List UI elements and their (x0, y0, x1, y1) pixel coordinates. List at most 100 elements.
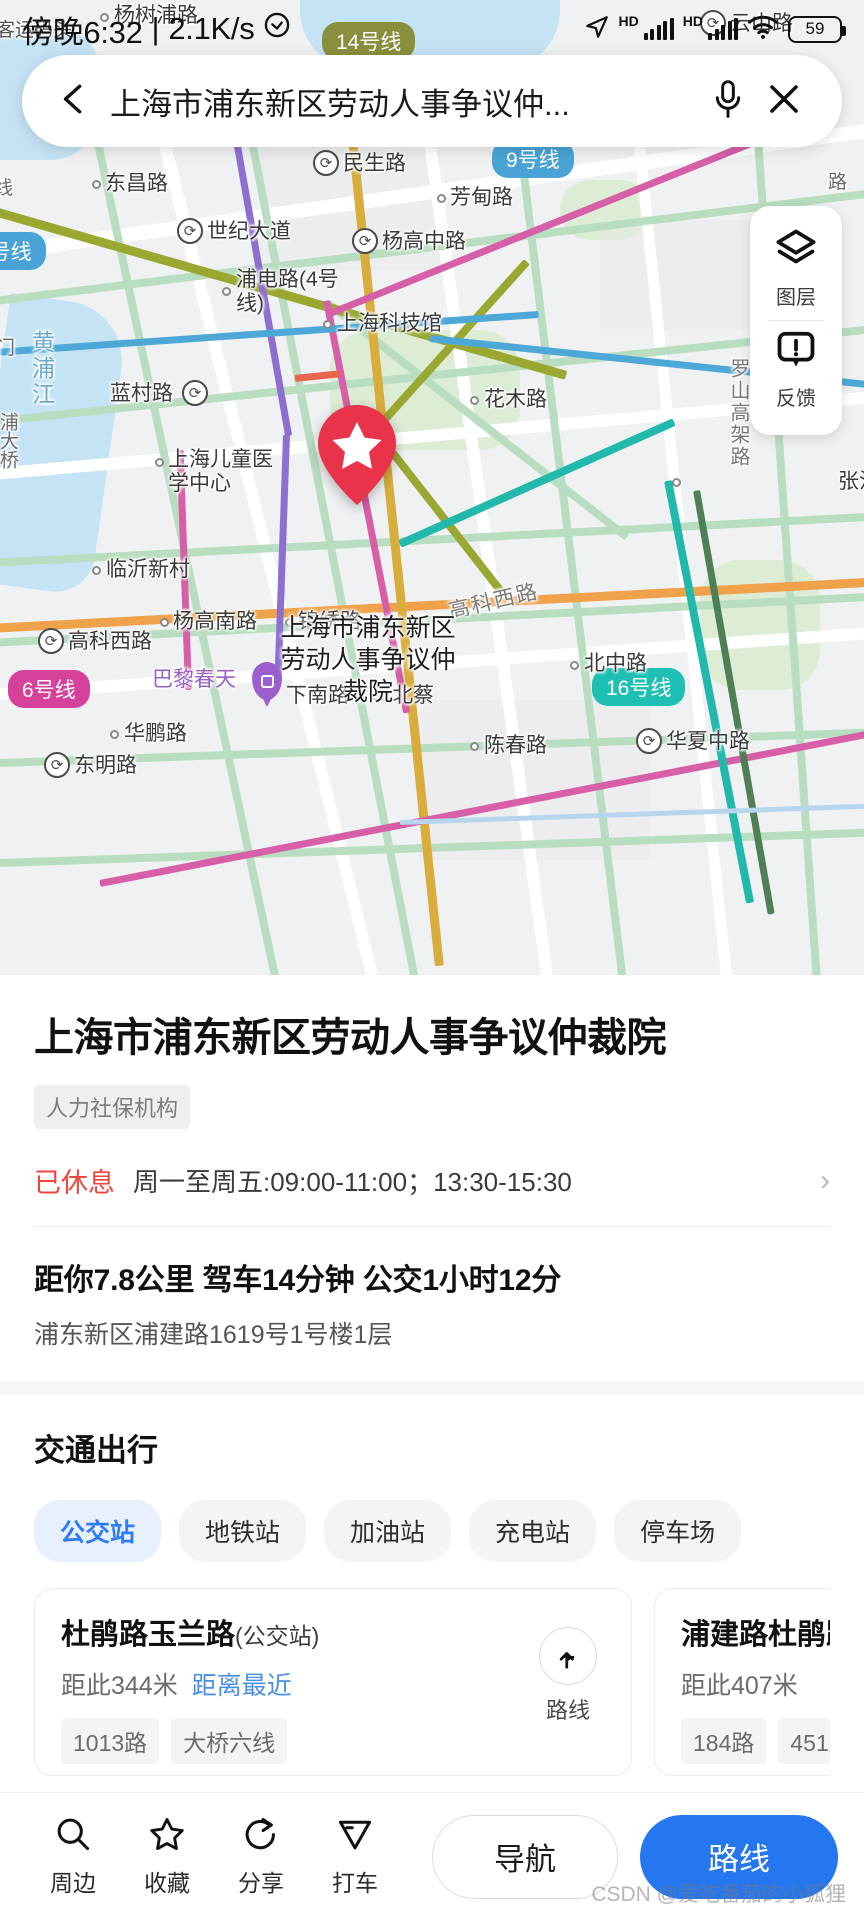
station-label-chenchunlu: 陈春路 (484, 734, 547, 757)
map-line-badge-6: 6号线 (8, 670, 90, 708)
chip-bus-station[interactable]: 公交站 (34, 1500, 162, 1562)
poi-marker-label-line2: 劳动人事争议仲 (280, 646, 456, 674)
station-card-1-route-label: 路线 (545, 1698, 590, 1723)
layers-button[interactable]: 图层 (750, 220, 842, 320)
share-icon (243, 1816, 279, 1858)
voice-search-button[interactable] (700, 79, 756, 124)
address-text[interactable]: 浦东新区浦建路1619号1号楼1层 (34, 1315, 830, 1351)
chip-gas-station[interactable]: 加油站 (324, 1500, 452, 1562)
poi-header-section: 上海市浦东新区劳动人事争议仲裁院 人力社保机构 已休息 周一至周五:09:00-… (0, 975, 864, 1351)
status-badge: 已休息 (34, 1168, 115, 1198)
station-label-zhangjiang: 张江 (838, 470, 864, 493)
watermark-text: CSDN @爱吃番茄的小狐狸 (591, 1883, 846, 1906)
station-card-1-distance: 距此344米 (61, 1672, 178, 1700)
station-label-pudianlu: 浦电路(4号线) (236, 268, 339, 316)
app-screen: 14号线 9号线 6号线 16号线 2号线 杨树浦路 ⟳ 云山路 ⟳ 民生路 芳… (0, 0, 864, 1920)
station-card-2-lines: 184路 451路 6 779路 794路 9 (681, 1718, 830, 1764)
chip-metro-station[interactable]: 地铁站 (179, 1500, 307, 1562)
transfer-icon-minsheng: ⟳ (313, 150, 339, 176)
page-title: 上海市浦东新区劳动人事争议仲裁院 (34, 1016, 667, 1060)
microphone-icon (712, 79, 744, 124)
station-card-2-distance: 距此407米 (681, 1672, 798, 1700)
nearby-button[interactable]: 周边 (26, 1816, 120, 1898)
transfer-icon-gaokexilu: ⟳ (38, 628, 64, 654)
station-card-1-lines: 1013路 大桥六线 (61, 1718, 605, 1764)
section-divider (0, 1381, 864, 1395)
station-label-huapenglu: 华鹏路 (124, 722, 187, 745)
transport-filter-chips: 公交站 地铁站 加油站 充电站 停车场 (34, 1500, 830, 1562)
nearby-label: 周边 (50, 1869, 96, 1896)
poi-marker-label-line1: 上海市浦东新区 (280, 614, 456, 642)
station-card-1-title: 杜鹃路玉兰路(公交站) (61, 1611, 605, 1653)
station-dot-beizhonglu (570, 661, 579, 670)
bus-line-tag: 184路 (681, 1718, 767, 1764)
taxi-button[interactable]: 打车 (308, 1816, 402, 1898)
transfer-icon-huaxia: ⟳ (636, 728, 662, 754)
station-label-linyixincun: 临沂新村 (106, 558, 190, 581)
transport-station-cards[interactable]: 杜鹃路玉兰路(公交站) 距此344米 距离最近 1013路 大桥六线 路线 浦建… (34, 1588, 830, 1776)
station-card-2-title: 浦建路杜鹃路 (681, 1611, 830, 1653)
station-label-minsheng: 民生路 (343, 152, 406, 175)
station-label-ertong: 上海儿童医学中心 (168, 448, 273, 496)
poi-detail-sheet: 上海市浦东新区劳动人事争议仲裁院 人力社保机构 已休息 周一至周五:09:00-… (0, 975, 864, 1920)
poi-marker-label-line3: 裁院 (342, 678, 393, 706)
station-label-beizhonglu: 北中路 (584, 652, 647, 675)
station-label-shijidadao: 世纪大道 (207, 220, 291, 243)
navigate-button[interactable]: 导航 (432, 1814, 618, 1899)
transport-section: 交通出行 公交站 地铁站 加油站 充电站 停车场 杜鹃路玉兰路(公交站) 距此3… (0, 1395, 864, 1818)
share-label: 分享 (238, 1869, 284, 1896)
station-dot-huapenglu (110, 730, 119, 739)
transfer-icon-yunshan: ⟳ (700, 10, 726, 36)
layers-label: 图层 (776, 287, 816, 309)
feedback-button[interactable]: 反馈 (750, 321, 842, 421)
station-dot-kejiguan (323, 320, 332, 329)
station-label-huaxia: 华夏中路 (666, 730, 750, 753)
station-card-1[interactable]: 杜鹃路玉兰路(公交站) 距此344米 距离最近 1013路 大桥六线 路线 (34, 1588, 632, 1776)
map-line-badge-2: 2号线 (0, 232, 46, 270)
station-dot-yangshupu (100, 13, 109, 22)
transfer-icon-dongminglu: ⟳ (44, 752, 70, 778)
favorite-button[interactable]: 收藏 (120, 1816, 214, 1898)
clear-search-button[interactable] (756, 81, 812, 122)
station-label-yanggaonanlu: 杨高南路 (173, 610, 257, 633)
back-button[interactable] (52, 82, 96, 121)
road-label-luoshan: 罗山高架路 (727, 358, 749, 468)
search-input[interactable]: 上海市浦东新区劳动人事争议仲... (110, 79, 700, 124)
chip-charging-station[interactable]: 充电站 (469, 1500, 597, 1562)
station-dot-fangdian (437, 194, 446, 203)
route-arrow-icon (539, 1627, 597, 1685)
star-icon (149, 1816, 185, 1858)
station-card-1-route-button[interactable]: 路线 (531, 1627, 605, 1725)
station-label-yanggaozhonglu: 杨高中路 (382, 230, 466, 253)
bus-line-tag: 451路 (778, 1718, 830, 1764)
station-label-gaokexilu: 高科西路 (68, 630, 152, 653)
station-label-yangshupu: 杨树浦路 (114, 4, 198, 27)
transfer-icon-shijidadao: ⟳ (177, 218, 203, 244)
map-block-2 (600, 220, 750, 330)
opening-hours-text: 周一至周五:09:00-11:00；13:30-15:30 (133, 1167, 572, 1197)
layers-icon (776, 228, 816, 274)
share-button[interactable]: 分享 (214, 1816, 308, 1898)
search-icon (55, 1816, 91, 1858)
mall-label-printemps: 巴黎春天 (152, 668, 236, 691)
search-bar[interactable]: 上海市浦东新区劳动人事争议仲... (22, 55, 842, 147)
station-card-1-type: (公交站) (235, 1623, 320, 1649)
chip-parking-lot[interactable]: 停车场 (614, 1500, 742, 1562)
favorite-label: 收藏 (144, 1869, 190, 1896)
station-card-2[interactable]: 浦建路杜鹃路 距此407米 184路 451路 6 779路 794路 9 (654, 1588, 830, 1776)
chevron-right-icon: › (820, 1163, 830, 1197)
opening-hours-row[interactable]: 已休息 周一至周五:09:00-11:00；13:30-15:30 › (34, 1161, 830, 1227)
bus-line-tag: 1013路 (61, 1718, 160, 1764)
station-label-dongchang: 东昌路 (105, 172, 168, 195)
map-label-pudaqiao: 浦大桥 (0, 412, 18, 469)
close-icon (766, 81, 802, 122)
feedback-label: 反馈 (776, 388, 816, 410)
station-dot-zhangjiang (672, 478, 681, 487)
poi-marker-label: 上海市浦东新区 劳动人事争议仲 裁院 (278, 612, 458, 708)
category-badge: 人力社保机构 (34, 1085, 191, 1129)
station-label-yunshan: 云山路 (730, 12, 793, 35)
station-label-lancunlu: 蓝村路 (110, 382, 173, 405)
station-dot-huamulu (470, 396, 479, 405)
poi-marker-pin[interactable] (318, 405, 396, 505)
bus-line-tag: 大桥六线 (171, 1718, 288, 1764)
